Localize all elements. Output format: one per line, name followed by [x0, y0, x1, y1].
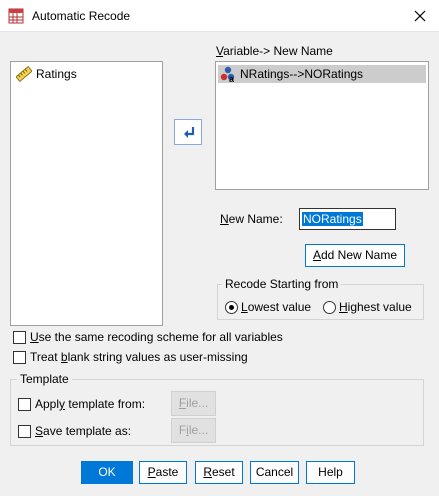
list-item-label: Ratings: [36, 67, 77, 81]
window-title: Automatic Recode: [32, 9, 131, 23]
reset-button[interactable]: Reset: [195, 461, 243, 484]
same-scheme-checkbox[interactable]: [13, 331, 26, 344]
help-button[interactable]: Help: [306, 461, 355, 484]
recode-start-title: Recode Starting from: [222, 277, 342, 291]
lowest-value-radio[interactable]: [225, 301, 238, 314]
list-item[interactable]: a NRatings-->NORatings: [218, 65, 426, 83]
title-bar: Automatic Recode: [0, 0, 439, 32]
move-variable-button[interactable]: [174, 119, 202, 145]
scale-variable-icon: [16, 66, 32, 82]
target-variable-list[interactable]: a NRatings-->NORatings: [215, 61, 429, 190]
new-name-input[interactable]: NORatings: [299, 208, 396, 230]
source-variable-list[interactable]: Ratings: [10, 61, 163, 326]
close-icon[interactable]: [412, 8, 428, 24]
save-template-label: Save template as:: [35, 424, 132, 438]
new-name-label: New Name:: [220, 212, 283, 226]
recode-app-icon: [8, 8, 24, 24]
svg-text:a: a: [229, 74, 235, 82]
highest-value-label: Highest value: [339, 300, 412, 314]
blank-missing-checkbox[interactable]: [13, 351, 26, 364]
apply-template-file-button[interactable]: File...: [171, 391, 216, 416]
blank-missing-label: Treat blank string values as user-missin…: [30, 350, 248, 364]
add-new-name-button[interactable]: Add New Name: [305, 244, 405, 267]
template-title: Template: [17, 372, 72, 386]
lowest-value-label: Lowest value: [241, 300, 312, 314]
same-scheme-label: Use the same recoding scheme for all var…: [30, 330, 283, 344]
arrow-left-icon: [184, 127, 195, 138]
highest-value-radio[interactable]: [323, 301, 336, 314]
apply-template-checkbox[interactable]: [18, 398, 31, 411]
apply-template-label: Apply template from:: [35, 397, 146, 411]
paste-button[interactable]: Paste: [139, 461, 187, 484]
ok-button[interactable]: OK: [81, 461, 133, 484]
list-item[interactable]: Ratings: [14, 65, 154, 83]
nominal-string-variable-icon: a: [220, 66, 235, 82]
target-list-label: Variable-> New Name: [216, 44, 333, 58]
save-template-checkbox[interactable]: [18, 425, 31, 438]
list-item-label: NRatings-->NORatings: [240, 67, 364, 81]
save-template-file-button[interactable]: File...: [171, 418, 216, 443]
cancel-button[interactable]: Cancel: [250, 461, 299, 484]
